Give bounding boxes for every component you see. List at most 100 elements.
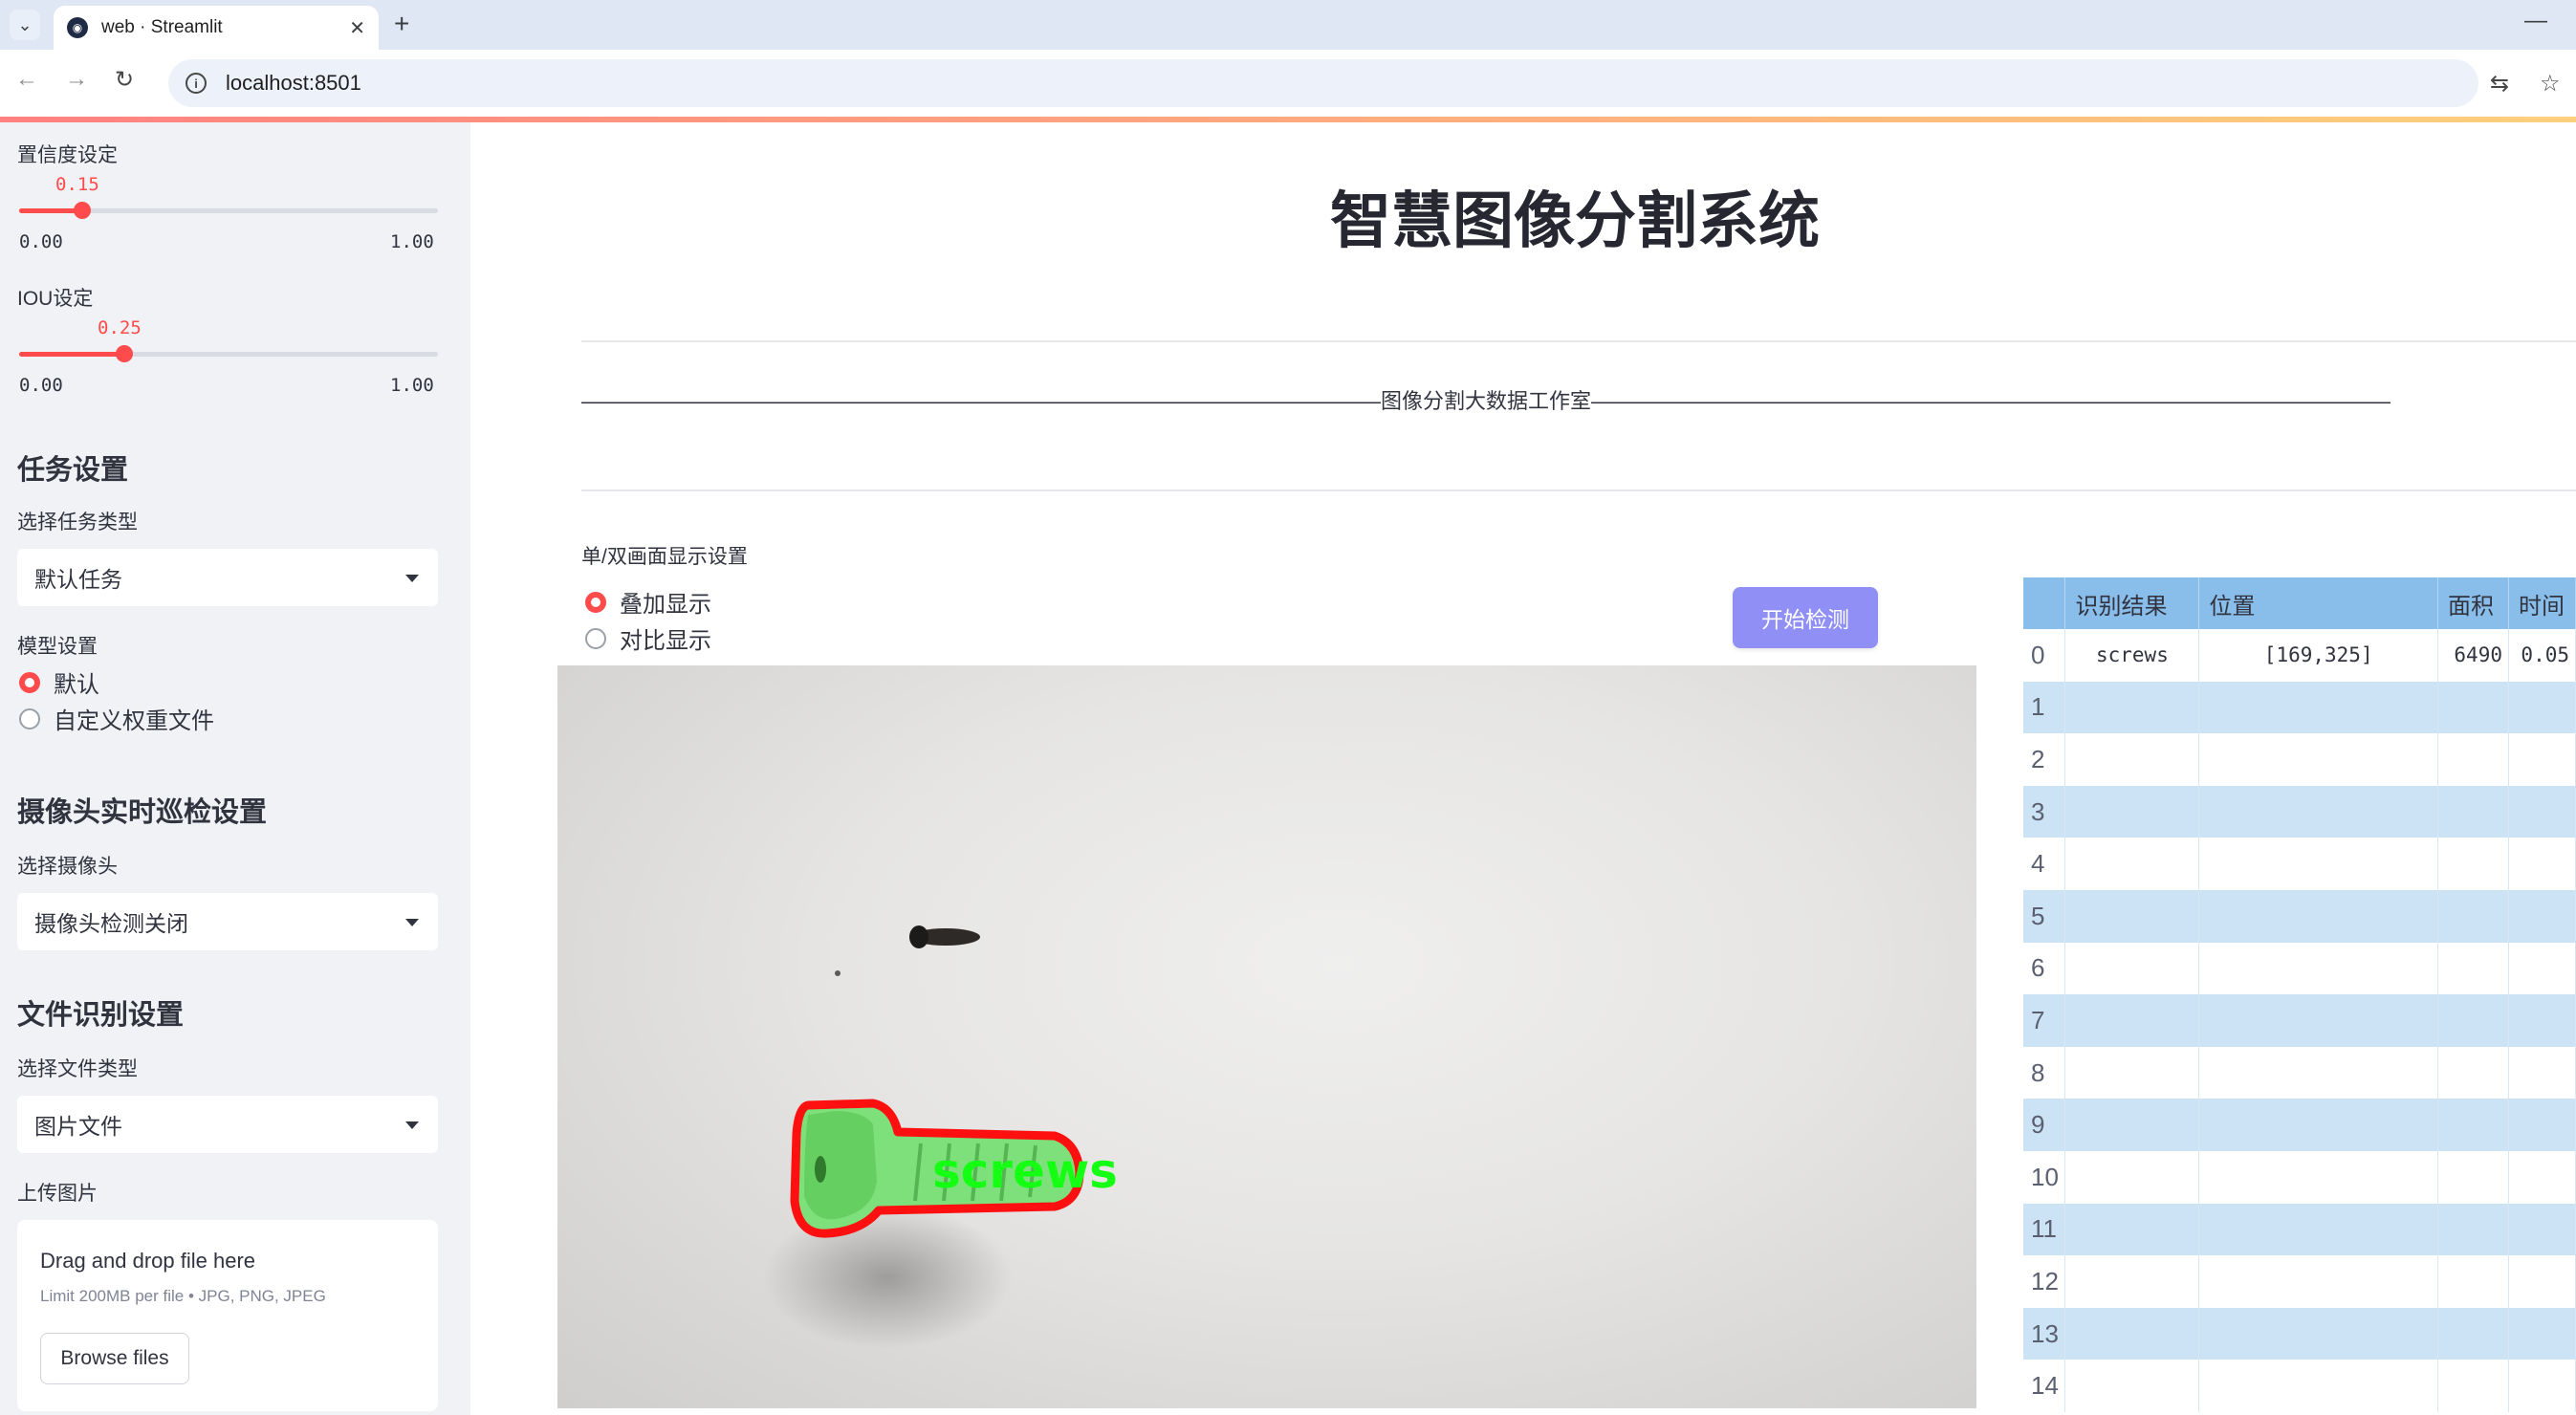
table-row[interactable]: 2	[2023, 733, 2576, 786]
radio-unselected-icon[interactable]	[585, 627, 606, 649]
result-cell[interactable]	[2064, 1307, 2200, 1361]
row-index-cell[interactable]: 8	[2023, 1046, 2066, 1099]
position-cell[interactable]: [169,325]	[2198, 629, 2439, 682]
minimize-icon[interactable]: —	[2524, 8, 2547, 34]
time-cell[interactable]	[2508, 681, 2576, 734]
row-index-cell[interactable]: 7	[2023, 994, 2066, 1047]
table-row[interactable]: 4	[2023, 838, 2576, 890]
area-cell[interactable]	[2437, 994, 2509, 1047]
result-cell[interactable]	[2064, 1203, 2200, 1256]
time-cell[interactable]	[2508, 1307, 2576, 1361]
table-row[interactable]: 11	[2023, 1203, 2576, 1256]
iou-slider[interactable]	[19, 345, 438, 362]
tab-search-button[interactable]: ⌄	[10, 10, 40, 40]
position-cell[interactable]	[2198, 889, 2439, 943]
time-cell[interactable]	[2508, 1203, 2576, 1256]
site-info-icon[interactable]: i	[186, 73, 207, 94]
position-cell[interactable]	[2198, 785, 2439, 838]
time-cell[interactable]	[2508, 942, 2576, 995]
browser-tab[interactable]: ◉ web · Streamlit ✕	[54, 6, 379, 50]
table-row[interactable]: 3	[2023, 785, 2576, 838]
url-field[interactable]: i localhost:8501	[168, 59, 2478, 107]
result-cell[interactable]	[2064, 785, 2200, 838]
position-cell[interactable]	[2198, 942, 2439, 995]
position-cell[interactable]	[2198, 994, 2439, 1047]
iou-slider-handle[interactable]	[115, 345, 133, 362]
area-cell[interactable]	[2437, 1255, 2509, 1308]
position-cell[interactable]	[2198, 681, 2439, 734]
result-cell[interactable]	[2064, 733, 2200, 786]
table-row[interactable]: 1	[2023, 681, 2576, 734]
area-cell[interactable]	[2437, 733, 2509, 786]
row-index-cell[interactable]: 5	[2023, 889, 2066, 943]
area-cell[interactable]	[2437, 1203, 2509, 1256]
forward-arrow-icon[interactable]: →	[65, 66, 88, 93]
area-cell[interactable]	[2437, 942, 2509, 995]
position-cell[interactable]	[2198, 838, 2439, 890]
table-row[interactable]: 5	[2023, 889, 2576, 943]
result-cell[interactable]	[2064, 1046, 2200, 1099]
area-cell[interactable]	[2437, 1307, 2509, 1361]
bookmark-star-icon[interactable]: ☆	[2540, 70, 2561, 98]
position-cell[interactable]	[2198, 1360, 2439, 1412]
column-header-time[interactable]: 时间	[2508, 577, 2576, 629]
time-cell[interactable]	[2508, 838, 2576, 890]
time-cell[interactable]	[2508, 889, 2576, 943]
time-cell[interactable]: 0.05	[2508, 629, 2576, 682]
radio-selected-icon[interactable]	[585, 591, 606, 613]
time-cell[interactable]	[2508, 733, 2576, 786]
position-cell[interactable]	[2198, 733, 2439, 786]
model-option-custom[interactable]: 自定义权重文件	[19, 702, 214, 735]
result-cell[interactable]	[2064, 1360, 2200, 1412]
row-index-cell[interactable]: 12	[2023, 1255, 2066, 1308]
area-cell[interactable]	[2437, 785, 2509, 838]
area-cell[interactable]	[2437, 838, 2509, 890]
browse-files-button[interactable]: Browse files	[40, 1333, 189, 1384]
file-dropzone[interactable]: Drag and drop file here Limit 200MB per …	[17, 1220, 438, 1411]
radio-selected-icon[interactable]	[19, 671, 40, 693]
time-cell[interactable]	[2508, 1150, 2576, 1204]
area-cell[interactable]	[2437, 1360, 2509, 1412]
position-cell[interactable]	[2198, 1099, 2439, 1151]
reload-icon[interactable]: ↻	[115, 66, 134, 94]
column-header-position[interactable]: 位置	[2198, 577, 2439, 629]
result-cell[interactable]	[2064, 1150, 2200, 1204]
table-row[interactable]: 10	[2023, 1150, 2576, 1204]
results-table[interactable]: 识别结果 位置 面积 时间 0 screws [169,325] 6490 0.05 1 2…	[2023, 577, 2576, 1415]
area-cell[interactable]	[2437, 1046, 2509, 1099]
confidence-slider[interactable]	[19, 202, 438, 219]
area-cell[interactable]	[2437, 681, 2509, 734]
time-cell[interactable]	[2508, 1255, 2576, 1308]
time-cell[interactable]	[2508, 1360, 2576, 1412]
position-cell[interactable]	[2198, 1203, 2439, 1256]
column-header-result[interactable]: 识别结果	[2064, 577, 2200, 629]
translate-icon[interactable]: ⇆	[2490, 70, 2509, 98]
table-row[interactable]: 13	[2023, 1307, 2576, 1361]
result-cell[interactable]	[2064, 838, 2200, 890]
table-row[interactable]: 6	[2023, 942, 2576, 995]
row-index-cell[interactable]: 13	[2023, 1307, 2066, 1361]
model-option-default[interactable]: 默认	[19, 665, 99, 699]
position-cell[interactable]	[2198, 1255, 2439, 1308]
row-index-cell[interactable]: 14	[2023, 1360, 2066, 1412]
row-index-cell[interactable]: 3	[2023, 785, 2066, 838]
row-index-cell[interactable]: 10	[2023, 1150, 2066, 1204]
position-cell[interactable]	[2198, 1150, 2439, 1204]
result-cell[interactable]: screws	[2064, 629, 2200, 682]
table-row[interactable]: 7	[2023, 994, 2576, 1047]
task-type-select[interactable]: 默认任务	[17, 549, 438, 606]
table-row[interactable]: 12	[2023, 1255, 2576, 1308]
row-index-cell[interactable]: 9	[2023, 1099, 2066, 1151]
row-index-cell[interactable]: 0	[2023, 629, 2066, 682]
confidence-slider-handle[interactable]	[73, 202, 91, 219]
time-cell[interactable]	[2508, 994, 2576, 1047]
area-cell[interactable]: 6490	[2437, 629, 2509, 682]
file-type-select[interactable]: 图片文件	[17, 1096, 438, 1153]
row-index-cell[interactable]: 1	[2023, 681, 2066, 734]
area-cell[interactable]	[2437, 889, 2509, 943]
row-index-cell[interactable]: 11	[2023, 1203, 2066, 1256]
result-cell[interactable]	[2064, 681, 2200, 734]
result-cell[interactable]	[2064, 1255, 2200, 1308]
result-cell[interactable]	[2064, 994, 2200, 1047]
back-arrow-icon[interactable]: ←	[15, 66, 38, 93]
